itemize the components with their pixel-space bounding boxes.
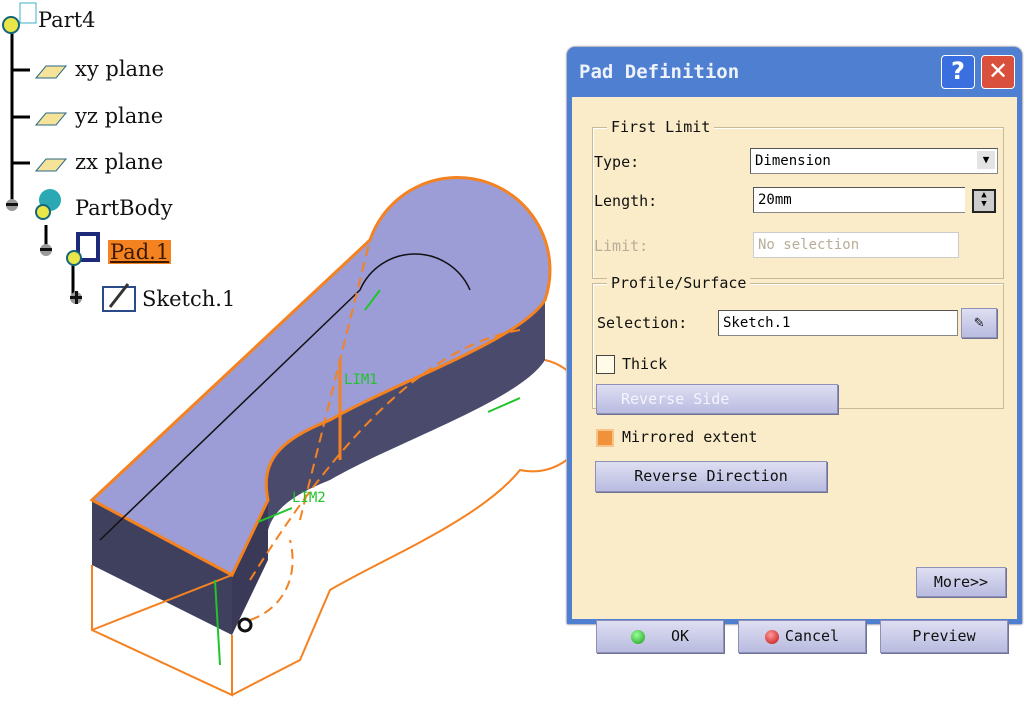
mirrored-extent-checkbox[interactable] xyxy=(596,429,614,447)
reverse-side-button: Reverse Side xyxy=(596,384,838,414)
help-button[interactable]: ? xyxy=(941,55,975,89)
sketch-edit-icon: ✎ xyxy=(974,312,984,331)
dialog-title: Pad Definition xyxy=(579,61,740,83)
chevron-down-icon[interactable]: ▼ xyxy=(977,151,995,169)
close-button[interactable]: ✕ xyxy=(981,55,1015,89)
type-value: Dimension xyxy=(755,153,831,169)
reverse-direction-button[interactable]: Reverse Direction xyxy=(595,461,827,492)
cancel-icon xyxy=(764,629,779,644)
length-input[interactable]: 20mm xyxy=(753,187,965,213)
length-label: Length: xyxy=(594,192,658,210)
first-limit-legend: First Limit xyxy=(607,118,715,136)
pad-solid xyxy=(89,176,552,635)
cancel-label: Cancel xyxy=(784,627,840,645)
type-dropdown[interactable]: Dimension ▼ xyxy=(750,148,998,174)
ok-label: OK xyxy=(670,627,690,645)
limit-label: Limit: xyxy=(594,237,649,255)
more-button[interactable]: More>> xyxy=(916,567,1006,597)
mirrored-extent-label: Mirrored extent xyxy=(622,428,758,446)
selection-label: Selection: xyxy=(597,314,688,332)
ok-button[interactable]: OK xyxy=(596,620,724,653)
limit1-label[interactable]: LIM1 xyxy=(344,372,378,388)
thick-label: Thick xyxy=(622,355,668,373)
limit-input: No selection xyxy=(753,232,959,258)
3d-viewport[interactable]: LIM1 LIM2 xyxy=(0,0,566,706)
limit2-label[interactable]: LIM2 xyxy=(292,490,326,506)
origin-icon xyxy=(237,617,253,633)
cancel-button[interactable]: Cancel xyxy=(738,620,866,653)
thick-checkbox[interactable] xyxy=(596,355,615,374)
sketcher-button[interactable]: ✎ xyxy=(961,308,997,338)
selection-input[interactable]: Sketch.1 xyxy=(718,310,958,336)
length-spinner[interactable]: ▲ ▼ xyxy=(972,189,996,213)
type-label: Type: xyxy=(594,153,640,171)
profile-surface-legend: Profile/Surface xyxy=(607,274,751,292)
preview-button[interactable]: Preview xyxy=(880,620,1008,653)
dialog-body: First Limit Type: Dimension ▼ Length: 20… xyxy=(572,97,1017,653)
pad-definition-dialog: Pad Definition ? ✕ First Limit Type: Dim… xyxy=(567,47,1022,653)
ok-icon xyxy=(630,629,645,644)
